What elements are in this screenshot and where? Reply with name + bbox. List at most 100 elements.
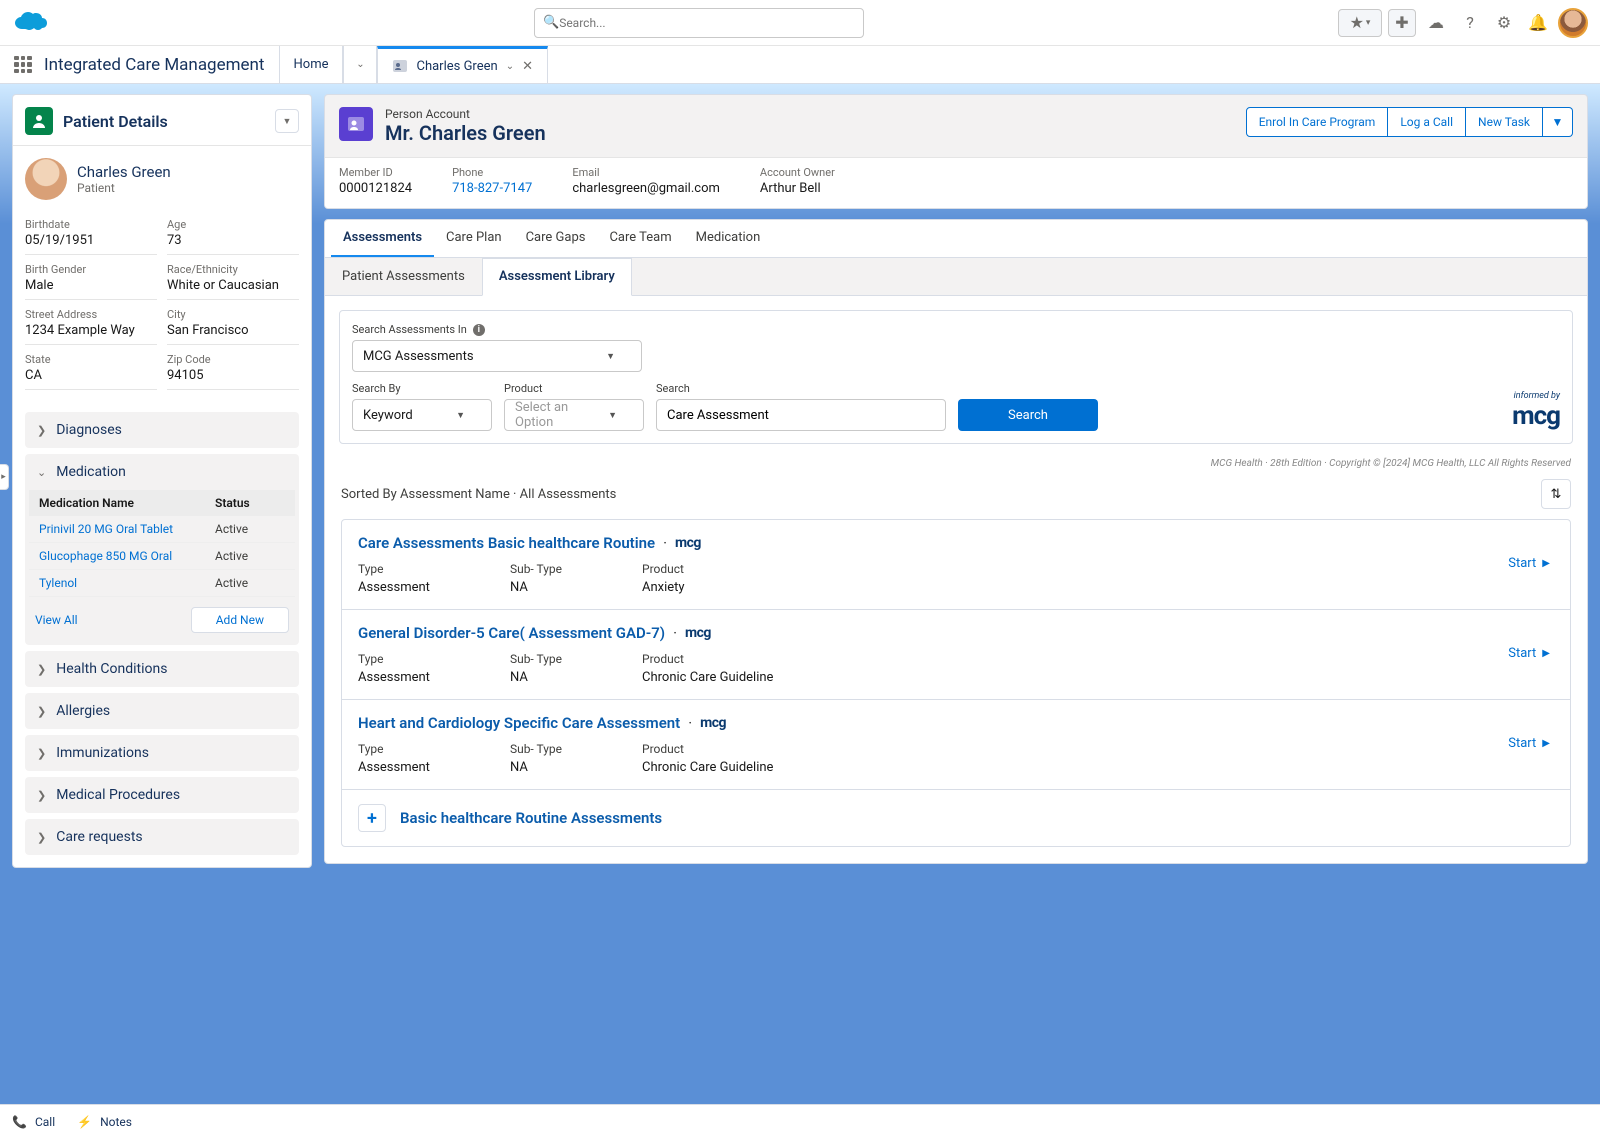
object-label: Person Account — [385, 107, 546, 121]
global-search-input[interactable] — [559, 16, 855, 30]
medication-row: Prinivil 20 MG Oral TabletActive — [29, 516, 295, 543]
search-input[interactable] — [656, 399, 946, 431]
select-search-in[interactable]: MCG Assessments▼ — [352, 340, 642, 372]
medication-status: Active — [215, 522, 285, 536]
accordion-label: Allergies — [56, 703, 110, 719]
sort-text: Sorted By Assessment Name · All Assessme… — [341, 487, 616, 502]
patient-avatar — [25, 158, 67, 200]
app-launcher-icon[interactable] — [14, 56, 32, 74]
select-search-by[interactable]: Keyword▼ — [352, 399, 492, 431]
add-new-button[interactable]: Add New — [191, 607, 289, 633]
chevron-down-icon[interactable]: ⌄ — [506, 61, 514, 72]
medication-link[interactable]: Glucophage 850 MG Oral — [39, 549, 215, 563]
play-icon: ▶ — [1542, 558, 1550, 569]
chevron-down-icon: ▼ — [608, 410, 617, 421]
value-member-id: 0000121824 — [339, 181, 412, 196]
meta-label: Type — [358, 652, 430, 666]
meta-value: Assessment — [358, 760, 430, 775]
copyright-text: MCG Health · 28th Edition · Copyright © … — [341, 458, 1571, 469]
value-age: 73 — [167, 233, 299, 248]
nav-tab-record-label: Charles Green — [416, 59, 497, 74]
utility-call[interactable]: 📞Call — [12, 1115, 55, 1129]
help-icon[interactable]: ? — [1456, 9, 1484, 37]
start-link[interactable]: Start▶ — [1508, 736, 1550, 751]
notifications-bell-icon[interactable]: 🔔 — [1524, 9, 1552, 37]
record-highlight-fields: Member ID0000121824 Phone718-827-7147 Em… — [325, 157, 1587, 208]
accordion-immunizations[interactable]: ❯Immunizations — [25, 735, 299, 771]
accordion-diagnoses[interactable]: ❯Diagnoses — [25, 412, 299, 448]
info-icon[interactable]: i — [473, 324, 485, 336]
global-search[interactable]: 🔍 — [534, 8, 864, 38]
value-phone[interactable]: 718-827-7147 — [452, 181, 532, 196]
accordion-procedures[interactable]: ❯Medical Procedures — [25, 777, 299, 813]
label-state: State — [25, 353, 157, 366]
sort-button[interactable]: ⇅ — [1541, 479, 1571, 509]
accordion-health-conditions[interactable]: ❯Health Conditions — [25, 651, 299, 687]
new-task-button[interactable]: New Task — [1466, 107, 1543, 137]
sidebar-menu[interactable]: ▼ — [275, 109, 299, 133]
meta-value: NA — [510, 670, 562, 685]
medication-status: Active — [215, 576, 285, 590]
play-icon: ▶ — [1542, 648, 1550, 659]
start-link[interactable]: Start▶ — [1508, 646, 1550, 661]
medication-row: TylenolActive — [29, 570, 295, 597]
accordion-label: Medical Procedures — [56, 787, 180, 803]
label-search-in: Search Assessments Ini — [352, 323, 1560, 336]
nav-tab-home-menu[interactable]: ⌄ — [343, 46, 377, 83]
tab-care-gaps[interactable]: Care Gaps — [514, 220, 598, 257]
subtab-assessment-library[interactable]: Assessment Library — [482, 258, 632, 296]
expand-button[interactable]: + — [358, 804, 386, 832]
nav-tab-home[interactable]: Home — [279, 46, 344, 83]
sidebar-header-left: Patient Details — [25, 107, 168, 135]
content-column: Person Account Mr. Charles Green Enrol I… — [324, 94, 1588, 1074]
lightning-icon: ⚡ — [77, 1115, 92, 1129]
value-street: 1234 Example Way — [25, 323, 157, 338]
medication-link[interactable]: Prinivil 20 MG Oral Tablet — [39, 522, 215, 536]
app-nav-left: Integrated Care Management — [0, 46, 279, 83]
label-search: Search — [656, 382, 946, 395]
assessment-title[interactable]: Basic healthcare Routine Assessments — [400, 809, 662, 827]
start-link[interactable]: Start▶ — [1508, 556, 1550, 571]
select-product[interactable]: Select an Option▼ — [504, 399, 644, 431]
tab-care-team[interactable]: Care Team — [597, 220, 683, 257]
value-zip: 94105 — [167, 368, 299, 383]
assessment-title[interactable]: Heart and Cardiology Specific Care Asses… — [358, 714, 1554, 732]
tab-assessments[interactable]: Assessments — [331, 220, 434, 257]
assessment-title[interactable]: General Disorder-5 Care( Assessment GAD-… — [358, 624, 1554, 642]
nav-tab-record[interactable]: Charles Green ⌄ ✕ — [377, 46, 548, 83]
log-call-button[interactable]: Log a Call — [1388, 107, 1466, 137]
favorites-dropdown[interactable]: ★▾ — [1338, 9, 1382, 37]
medication-link[interactable]: Tylenol — [39, 576, 215, 590]
enrol-button[interactable]: Enrol In Care Program — [1246, 107, 1389, 137]
tab-care-plan[interactable]: Care Plan — [434, 220, 514, 257]
app-name: Integrated Care Management — [44, 55, 265, 75]
accordion-label: Immunizations — [56, 745, 149, 761]
select-placeholder: Select an Option — [515, 400, 608, 430]
more-actions-button[interactable]: ▼ — [1543, 107, 1573, 137]
divider — [13, 145, 311, 146]
accordion-label: Health Conditions — [56, 661, 167, 677]
guidance-icon[interactable]: ☁ — [1422, 9, 1450, 37]
setup-gear-icon[interactable]: ⚙ — [1490, 9, 1518, 37]
accordion-label: Diagnoses — [56, 422, 122, 438]
close-icon[interactable]: ✕ — [522, 59, 533, 74]
label-city: City — [167, 308, 299, 321]
accordion-allergies[interactable]: ❯Allergies — [25, 693, 299, 729]
assessment-list: Care Assessments Basic healthcare Routin… — [341, 519, 1571, 847]
meta-value: Assessment — [358, 580, 430, 595]
search-button[interactable]: Search — [958, 399, 1098, 431]
tab-medication[interactable]: Medication — [684, 220, 773, 257]
assessment-title[interactable]: Care Assessments Basic healthcare Routin… — [358, 534, 1554, 552]
utility-notes[interactable]: ⚡Notes — [77, 1115, 132, 1129]
value-email: charlesgreen@gmail.com — [572, 181, 720, 196]
add-icon[interactable]: ✚ — [1388, 9, 1416, 37]
subtab-patient-assessments[interactable]: Patient Assessments — [325, 258, 482, 295]
chevron-down-icon: ▾ — [1366, 18, 1371, 28]
left-drawer-handle[interactable]: ▸ — [0, 464, 9, 490]
accordion-care-requests[interactable]: ❯Care requests — [25, 819, 299, 855]
accordion-medication[interactable]: ⌄Medication — [25, 454, 299, 490]
view-all-link[interactable]: View All — [35, 613, 78, 627]
meta-value: NA — [510, 760, 562, 775]
assessment-item: Heart and Cardiology Specific Care Asses… — [342, 700, 1570, 790]
user-avatar[interactable] — [1558, 8, 1588, 38]
